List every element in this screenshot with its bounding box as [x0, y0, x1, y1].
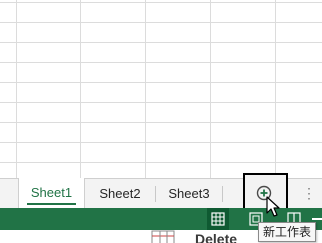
delete-label[interactable]: Delete — [195, 232, 237, 243]
sheet-tab-label: Sheet2 — [99, 186, 141, 201]
zoom-slider-track[interactable] — [312, 218, 322, 220]
column-divider — [145, 0, 146, 178]
row-divider — [0, 122, 322, 123]
column-divider — [16, 0, 17, 178]
row-divider — [0, 42, 322, 43]
tab-separator — [155, 186, 156, 202]
tab-separator — [222, 186, 223, 202]
excel-window: Sheet1 Sheet2 Sheet3 ⋮ Delete 新工作表 — [0, 0, 322, 243]
cell-grid[interactable] — [0, 0, 322, 178]
row-divider — [0, 2, 322, 3]
sheet-tab-sheet2[interactable]: Sheet2 — [88, 179, 152, 208]
sheet-tab-sheet1[interactable]: Sheet1 — [18, 178, 85, 208]
row-divider — [0, 142, 322, 143]
sheet-tab-label: Sheet3 — [168, 186, 210, 201]
tab-overflow-menu[interactable]: ⋮ — [302, 183, 316, 203]
table-icon — [151, 230, 175, 243]
column-divider — [210, 0, 211, 178]
mouse-pointer-icon — [266, 196, 280, 217]
active-tab-underline — [27, 203, 76, 205]
sheet-tab-sheet3[interactable]: Sheet3 — [157, 179, 221, 208]
normal-view-icon — [211, 212, 225, 226]
column-divider — [80, 0, 81, 178]
row-divider — [0, 102, 322, 103]
new-sheet-tooltip: 新工作表 — [258, 222, 316, 242]
sheet-tab-label: Sheet1 — [30, 185, 73, 200]
row-divider — [0, 82, 322, 83]
column-divider — [275, 0, 276, 178]
row-divider — [0, 162, 322, 163]
row-divider — [0, 22, 322, 23]
normal-view-button[interactable] — [207, 208, 229, 230]
row-divider — [0, 62, 322, 63]
